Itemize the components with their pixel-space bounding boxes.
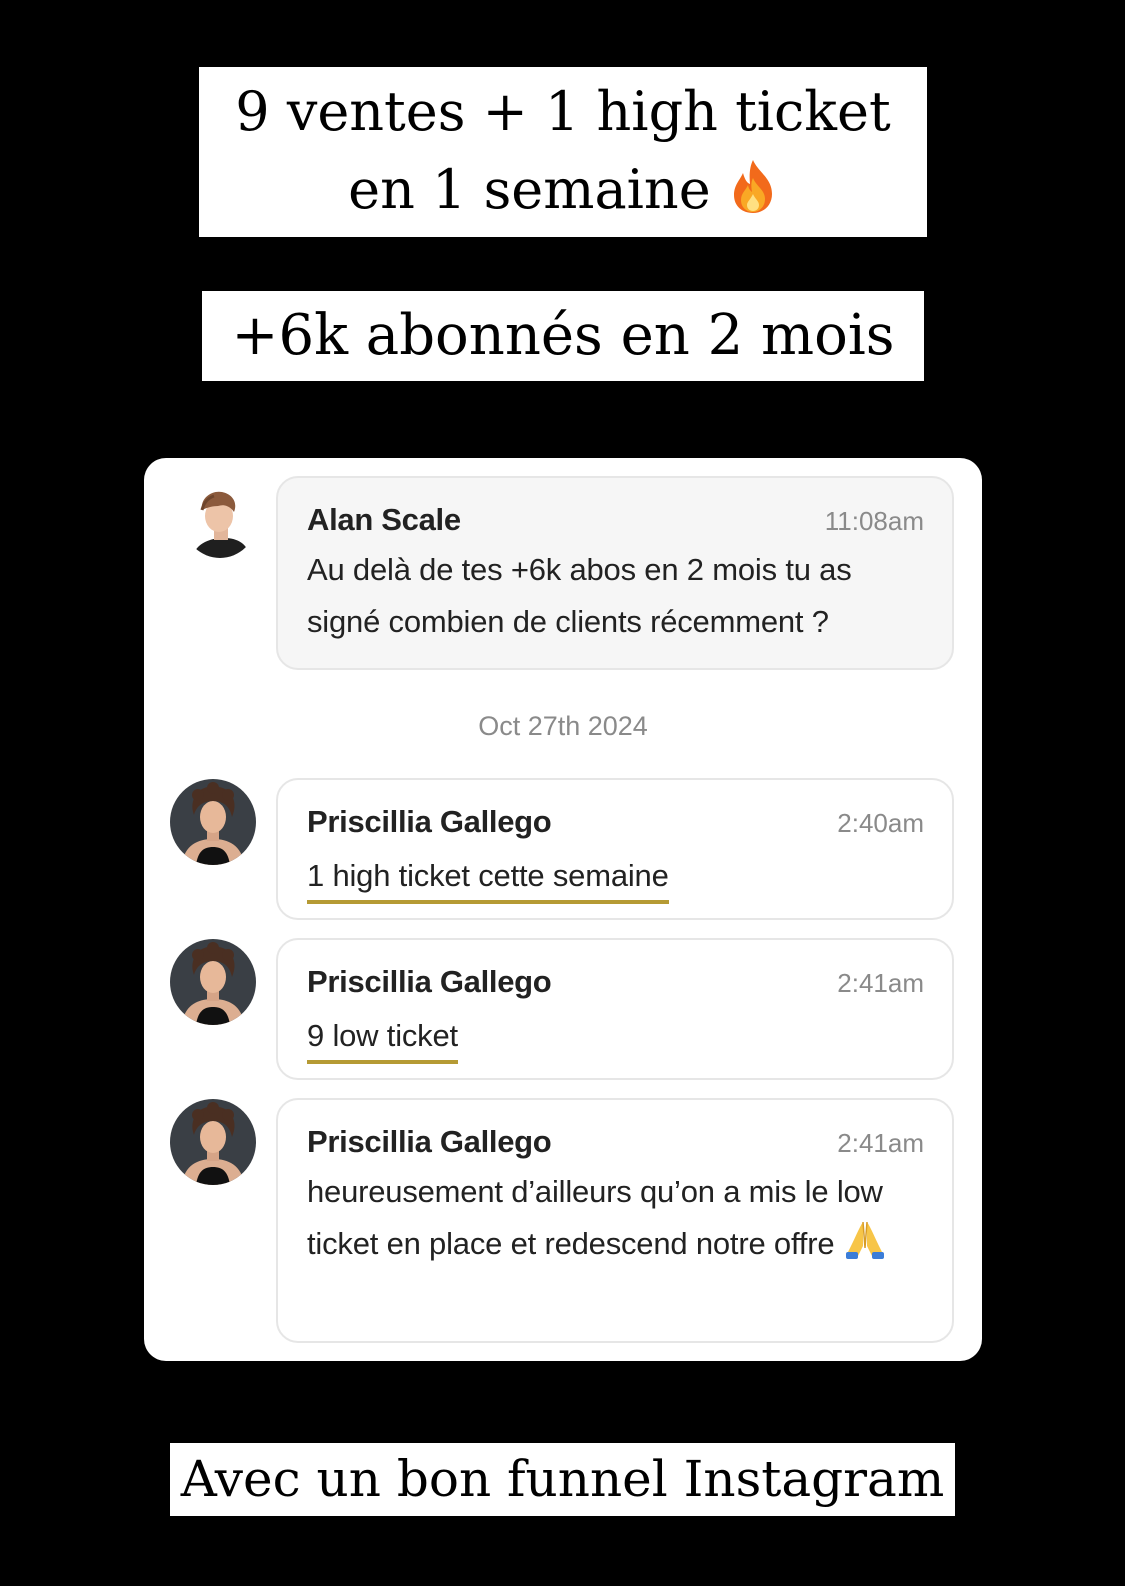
sender-name: Priscillia Gallego: [307, 964, 552, 999]
message-bubble: Alan Scale 11:08am Au delà de tes +6k ab…: [276, 476, 954, 670]
message-text: heureusement d’ailleurs qu’on a mis le l…: [307, 1174, 883, 1261]
message-bubble: Priscillia Gallego 2:40am 1 high ticket …: [276, 778, 954, 920]
sender-name: Priscillia Gallego: [307, 1124, 552, 1159]
message-time: 11:08am: [824, 506, 924, 536]
message-text: Au delà de tes +6k abos en 2 mois tu as …: [307, 552, 852, 639]
message-bubble: Priscillia Gallego 2:41am 9 low ticket: [276, 938, 954, 1080]
date-separator: Oct 27th 2024: [478, 711, 648, 741]
message-text-highlighted: 1 high ticket cette semaine: [307, 856, 669, 904]
avatar-alan: [184, 486, 256, 558]
chat-card: Alan Scale 11:08am Au delà de tes +6k ab…: [144, 458, 982, 1361]
message-bubble: Priscillia Gallego 2:41am heureusement d…: [276, 1098, 954, 1343]
headline-line1: 9 ventes + 1 high ticket: [235, 80, 891, 143]
subheadline-caption: +6k abonnés en 2 mois: [202, 291, 924, 381]
message-time: 2:41am: [837, 968, 924, 998]
headline-line2: en 1 semaine: [348, 158, 711, 221]
footer-caption: Avec un bon funnel Instagram: [170, 1443, 955, 1516]
folded-hands-emoji-icon: [845, 1221, 884, 1259]
message-text-highlighted: 9 low ticket: [307, 1016, 458, 1064]
sender-name: Alan Scale: [307, 502, 461, 537]
avatar-priscillia: [170, 939, 256, 1025]
fire-emoji-icon: [733, 160, 772, 213]
message-time: 2:41am: [837, 1128, 924, 1158]
sender-name: Priscillia Gallego: [307, 804, 552, 839]
avatar-priscillia: [170, 1099, 256, 1185]
headline-caption: 9 ventes + 1 high ticket en 1 semaine: [199, 67, 927, 237]
avatar-priscillia: [170, 779, 256, 865]
message-time: 2:40am: [837, 808, 924, 838]
